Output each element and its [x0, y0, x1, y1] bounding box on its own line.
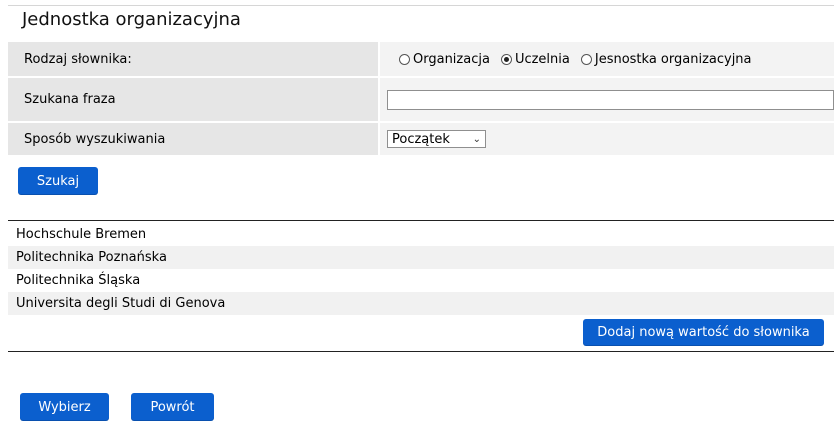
search-method-label: Sposób wyszukiwania [8, 123, 378, 155]
dictionary-type-radio-group: Organizacja Uczelnia Jesnostka organizac… [380, 52, 763, 67]
search-method-row: Sposób wyszukiwania Początek ⌄ [8, 123, 834, 155]
results-bottom-divider [8, 351, 834, 352]
dictionary-type-row: Rodzaj słownika: Organizacja Uczelnia Je… [8, 42, 834, 76]
back-button[interactable]: Powrót [131, 393, 214, 421]
result-item[interactable]: Politechnika Śląska [8, 269, 834, 292]
radio-button-uczelnia[interactable] [500, 53, 512, 65]
results-list: Hochschule Bremen Politechnika Poznańska… [8, 223, 834, 315]
search-phrase-value-cell [380, 78, 834, 121]
search-phrase-row: Szukana fraza [8, 78, 834, 121]
search-method-select[interactable]: Początek ⌄ [387, 130, 486, 148]
radio-button-organizacja[interactable] [399, 53, 410, 65]
search-method-selected-value: Początek [392, 131, 450, 147]
page-title: Jednostka organizacyjna [22, 9, 241, 30]
radio-label-organizacja: Organizacja [413, 51, 490, 67]
radio-option-uczelnia[interactable]: Uczelnia [500, 51, 570, 67]
search-button[interactable]: Szukaj [18, 167, 98, 195]
result-item[interactable]: Universita degli Studi di Genova [8, 292, 834, 315]
top-divider [8, 5, 834, 6]
add-dictionary-value-button[interactable]: Dodaj nową wartość do słownika [583, 319, 824, 346]
radio-button-jednostka[interactable] [580, 53, 592, 65]
dictionary-type-value-cell: Organizacja Uczelnia Jesnostka organizac… [380, 42, 834, 76]
result-item[interactable]: Hochschule Bremen [8, 223, 834, 246]
chevron-down-icon: ⌄ [472, 133, 481, 145]
dictionary-type-label: Rodzaj słownika: [8, 42, 378, 76]
search-phrase-label: Szukana fraza [8, 78, 378, 121]
search-method-value-cell: Początek ⌄ [380, 123, 834, 155]
results-top-divider [8, 220, 834, 221]
radio-label-uczelnia: Uczelnia [514, 51, 570, 67]
radio-label-jednostka: Jesnostka organizacyjna [594, 51, 752, 67]
radio-option-organizacja[interactable]: Organizacja [399, 52, 490, 67]
result-item[interactable]: Politechnika Poznańska [8, 246, 834, 269]
radio-option-jednostka[interactable]: Jesnostka organizacyjna [580, 51, 752, 67]
search-phrase-input[interactable] [387, 89, 834, 110]
select-button[interactable]: Wybierz [20, 393, 109, 421]
